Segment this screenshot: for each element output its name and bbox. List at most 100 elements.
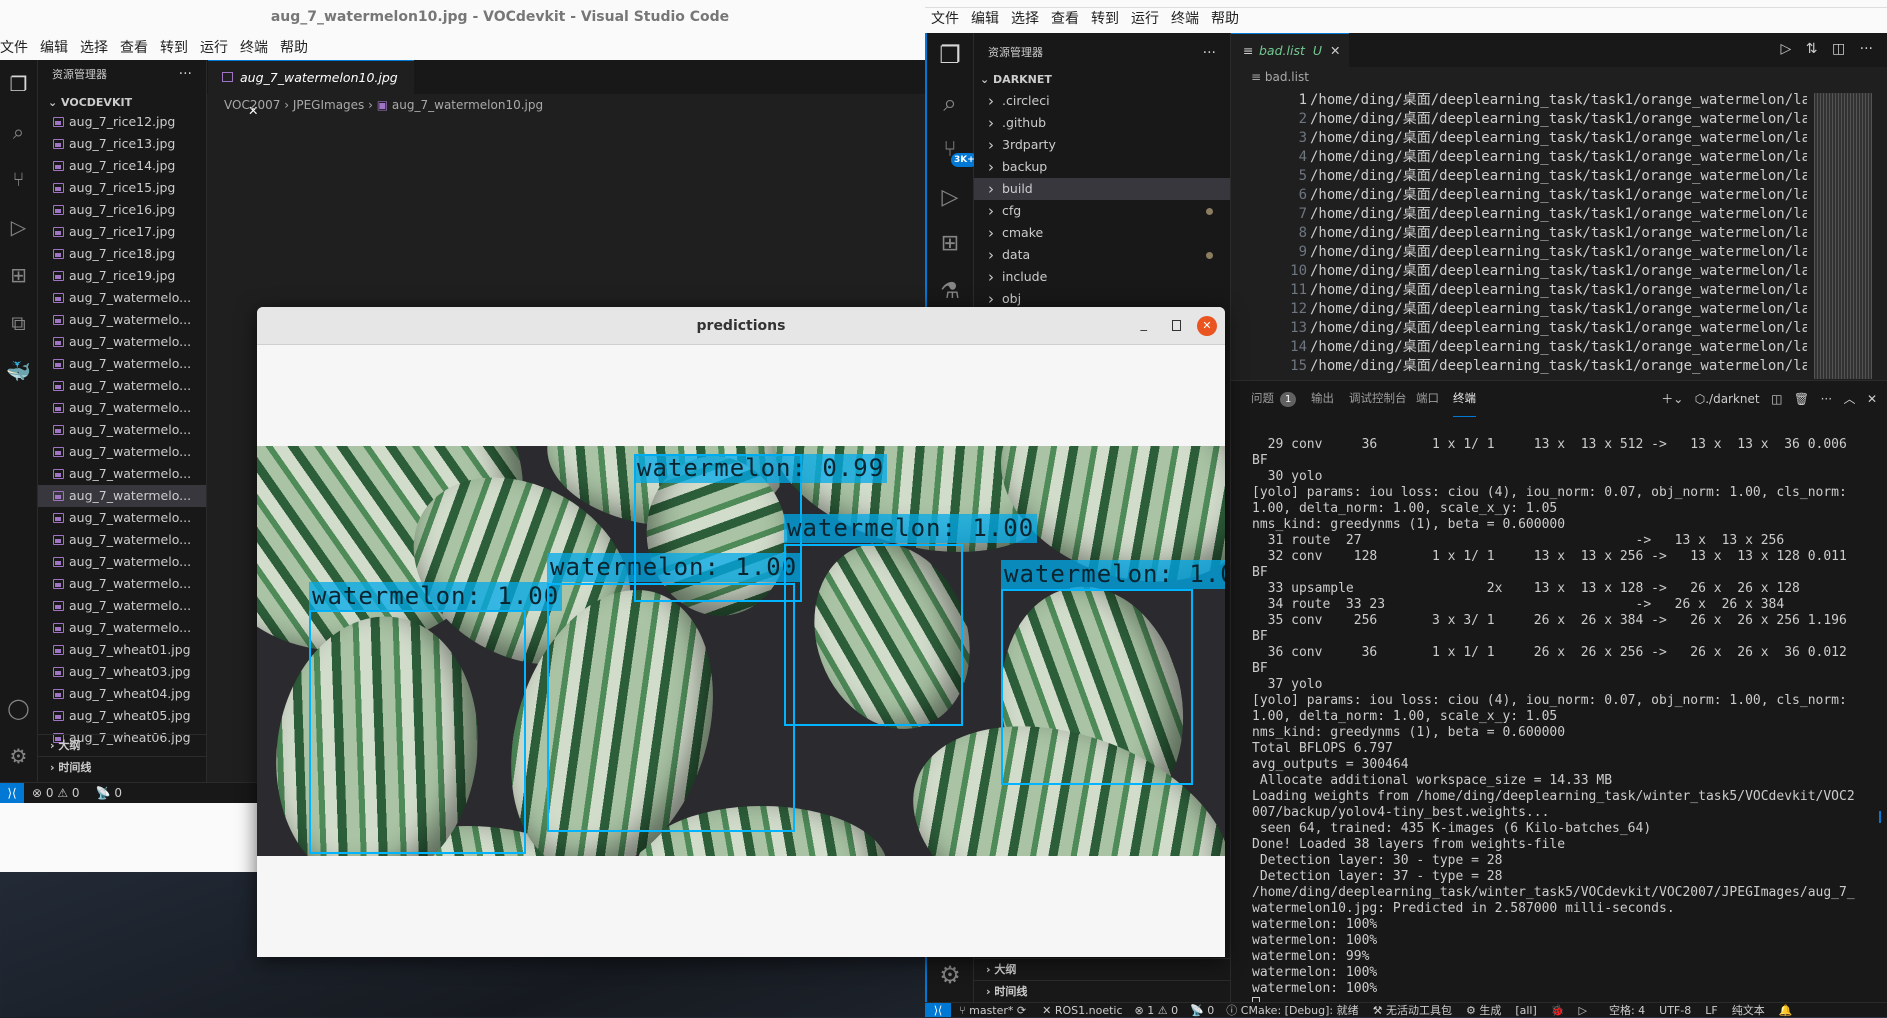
menu-item[interactable]: 编辑 <box>34 37 74 57</box>
maximize-button[interactable] <box>1172 320 1181 331</box>
extensions-icon[interactable]: ⊞ <box>927 231 973 256</box>
split-editor-icon[interactable]: ◫ <box>1832 41 1845 57</box>
menu-item[interactable]: 终端 <box>234 37 274 57</box>
file-item[interactable]: aug_7_watermelo... <box>38 573 206 595</box>
file-item[interactable]: aug_7_watermelo... <box>38 309 206 331</box>
file-item[interactable]: aug_7_wheat04.jpg <box>38 683 206 705</box>
minimize-button[interactable]: _ <box>1141 317 1148 332</box>
timeline-section[interactable]: › 时间线 <box>974 980 1230 1002</box>
run-debug-icon[interactable]: ▷ <box>0 215 37 239</box>
folder-item[interactable]: .github <box>974 112 1230 134</box>
explorer-icon[interactable]: ❐ <box>0 72 37 96</box>
file-item[interactable]: aug_7_watermelo... <box>38 485 206 507</box>
file-item[interactable]: aug_7_watermelo... <box>38 397 206 419</box>
file-item[interactable]: aug_7_rice12.jpg <box>38 111 206 133</box>
file-item[interactable]: aug_7_wheat03.jpg <box>38 661 206 683</box>
panel-tab[interactable]: 问题 1 <box>1251 387 1297 417</box>
menu-item[interactable]: 文件 <box>0 37 34 57</box>
source-control-icon[interactable]: ⑂ <box>0 167 37 191</box>
gear-icon[interactable]: ⚙ <box>927 961 973 989</box>
file-item[interactable]: aug_7_watermelo... <box>38 507 206 529</box>
menu-item[interactable]: 查看 <box>1045 8 1085 28</box>
file-item[interactable]: aug_7_rice16.jpg <box>38 199 206 221</box>
close-panel-icon[interactable]: ✕ <box>1867 392 1877 406</box>
branch-status[interactable]: ⑂ master* ⟳ <box>959 1004 1026 1017</box>
build-button[interactable]: ⚙ 生成 <box>1466 1002 1501 1018</box>
account-icon[interactable]: ◯ <box>0 696 37 720</box>
breadcrumb-item[interactable]: JPEGImages <box>293 98 365 112</box>
folder-item[interactable]: include <box>974 266 1230 288</box>
folder-item[interactable]: cmake <box>974 222 1230 244</box>
minimap[interactable] <box>1814 93 1872 379</box>
breadcrumb-item[interactable]: aug_7_watermelon10.jpg <box>392 98 543 112</box>
eol-status[interactable]: LF <box>1705 1004 1717 1017</box>
debug-icon[interactable]: 🐞 <box>1551 1004 1565 1017</box>
close-tab-icon[interactable]: ✕ <box>1330 43 1340 58</box>
title-bar[interactable]: predictions _ ✕ <box>257 307 1225 345</box>
docker-icon[interactable]: 🐳 <box>0 359 37 383</box>
folder-item[interactable]: .circleci <box>974 90 1230 112</box>
ros-status[interactable]: ✕ ROS1.noetic <box>1042 1004 1122 1017</box>
file-item[interactable]: aug_7_wheat05.jpg <box>38 705 206 727</box>
more-actions-icon[interactable]: ··· <box>1860 41 1873 57</box>
kill-terminal-icon[interactable]: 🗑 <box>1794 392 1809 406</box>
indentation-status[interactable]: 空格: 4 <box>1609 1002 1645 1018</box>
more-actions-icon[interactable]: ··· <box>1821 392 1832 406</box>
code-editor[interactable]: /home/ding/桌面/deeplearning_task/task1/or… <box>1310 91 1807 381</box>
kit-status[interactable]: ⚒ 无活动工具包 <box>1373 1002 1452 1018</box>
menu-item[interactable]: 选择 <box>1005 8 1045 28</box>
outline-section[interactable]: › 大纲 <box>38 734 206 756</box>
tab-bad-list[interactable]: ≡ bad.list U ✕ <box>1231 33 1349 67</box>
file-item[interactable]: aug_7_watermelo... <box>38 375 206 397</box>
testing-icon[interactable]: ⚗ <box>927 279 973 304</box>
panel-tab[interactable]: 输出 <box>1311 387 1334 417</box>
menu-item[interactable]: 帮助 <box>1205 8 1245 28</box>
split-terminal-icon[interactable]: ◫ <box>1771 392 1782 406</box>
file-item[interactable]: aug_7_rice18.jpg <box>38 243 206 265</box>
notifications-icon[interactable]: 🔔 <box>1779 1004 1793 1017</box>
remote-explorer-icon[interactable]: ⧉ <box>0 311 37 335</box>
file-item[interactable]: aug_7_watermelo... <box>38 287 206 309</box>
ports-status[interactable]: 📡 0 <box>1190 1004 1214 1017</box>
compare-changes-icon[interactable]: ⇅ <box>1806 41 1818 57</box>
file-item[interactable]: aug_7_rice15.jpg <box>38 177 206 199</box>
panel-tab[interactable]: 端口 <box>1416 387 1439 417</box>
file-item[interactable]: aug_7_watermelo... <box>38 419 206 441</box>
file-item[interactable]: aug_7_watermelo... <box>38 617 206 639</box>
cmake-status[interactable]: ⓘ CMake: [Debug]: 就绪 <box>1226 1002 1358 1018</box>
terminal-output[interactable]: 29 conv 36 1 x 1/ 1 13 x 13 x 512 -> 13 … <box>1252 437 1882 1012</box>
menu-item[interactable]: 编辑 <box>965 8 1005 28</box>
folder-item[interactable]: cfg <box>974 200 1230 222</box>
menu-item[interactable]: 选择 <box>74 37 114 57</box>
panel-tab[interactable]: 调试控制台 <box>1349 387 1407 417</box>
file-item[interactable]: aug_7_watermelo... <box>38 551 206 573</box>
file-item[interactable]: aug_7_watermelo... <box>38 331 206 353</box>
file-item[interactable]: aug_7_watermelo... <box>38 441 206 463</box>
file-item[interactable]: aug_7_rice19.jpg <box>38 265 206 287</box>
explorer-icon[interactable]: ❐ <box>927 41 973 69</box>
build-target[interactable]: [all] <box>1515 1004 1536 1017</box>
folder-item[interactable]: build <box>974 178 1230 200</box>
folder-item[interactable]: 3rdparty <box>974 134 1230 156</box>
timeline-section[interactable]: › 时间线 <box>38 756 206 778</box>
file-item[interactable]: aug_7_rice17.jpg <box>38 221 206 243</box>
menu-item[interactable]: 转到 <box>1085 8 1125 28</box>
file-item[interactable]: aug_7_rice14.jpg <box>38 155 206 177</box>
language-status[interactable]: 纯文本 <box>1732 1002 1765 1018</box>
new-terminal-icon[interactable]: ＋⌄ <box>1661 392 1683 406</box>
search-icon[interactable]: ⌕ <box>927 89 973 117</box>
menu-item[interactable]: 文件 <box>925 8 965 28</box>
encoding-status[interactable]: UTF-8 <box>1659 1004 1691 1017</box>
remote-indicator-icon[interactable]: ⟩⟨ <box>0 783 24 803</box>
extensions-icon[interactable]: ⊞ <box>0 263 37 287</box>
tab-aug-7-watermelon10[interactable]: aug_7_watermelon10.jpg ✕ <box>208 60 414 118</box>
terminal-name[interactable]: ./darknet <box>1705 392 1759 406</box>
panel-tab[interactable]: 终端 <box>1453 387 1476 417</box>
run-debug-icon[interactable]: ▷ <box>927 185 973 210</box>
problems-status[interactable]: ⊗ 0 ⚠ 0 <box>32 786 80 800</box>
root-folder[interactable]: ⌄ DARKNET <box>974 69 1230 91</box>
file-item[interactable]: aug_7_rice13.jpg <box>38 133 206 155</box>
problems-status[interactable]: ⊗ 1 ⚠ 0 <box>1135 1004 1179 1017</box>
breadcrumb-item[interactable]: VOC2007 <box>224 98 280 112</box>
close-button[interactable]: ✕ <box>1197 316 1217 336</box>
